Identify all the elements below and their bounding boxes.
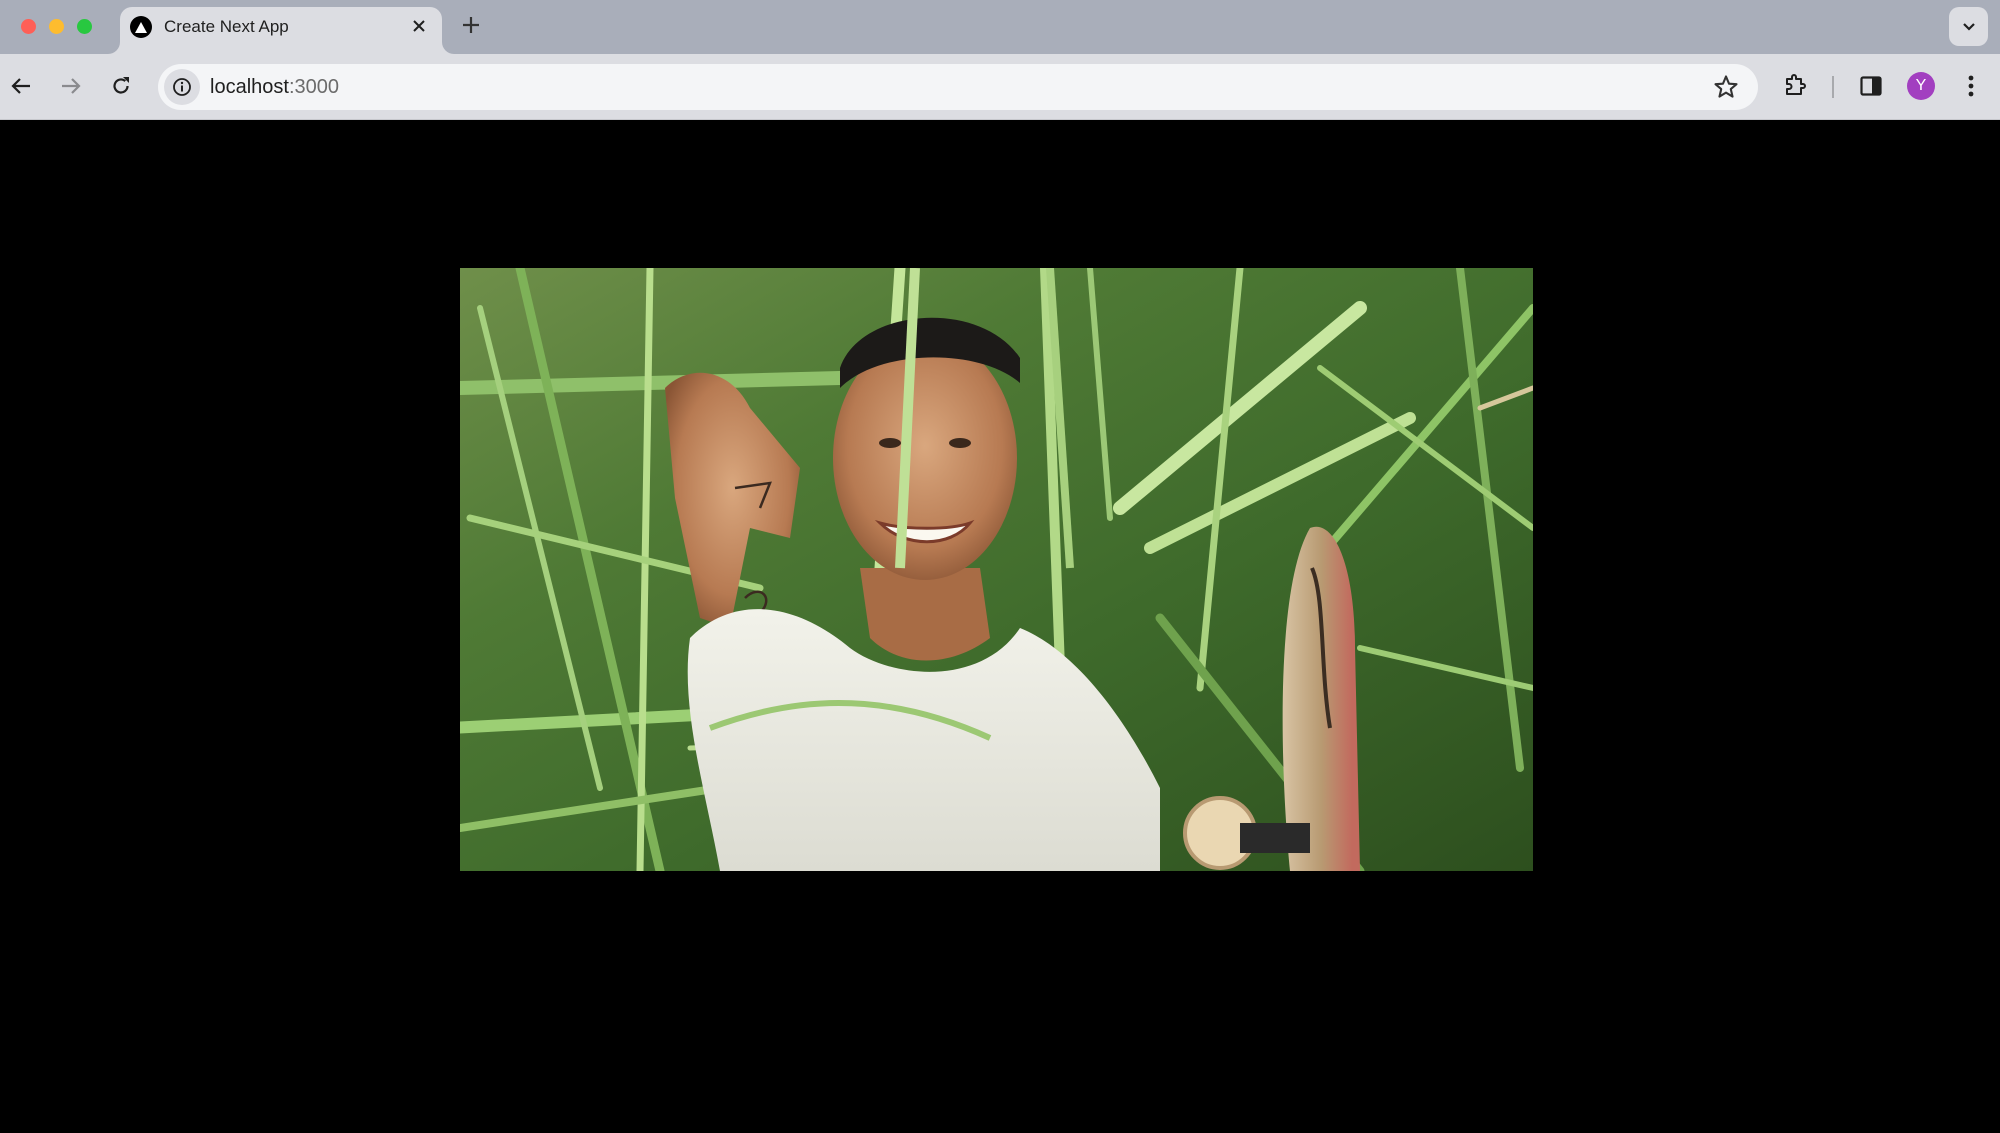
hero-image <box>460 268 1533 871</box>
browser-menu-button[interactable] <box>1953 68 1989 104</box>
reload-icon <box>113 77 129 94</box>
forward-button[interactable] <box>53 68 89 104</box>
site-info-button[interactable] <box>164 69 200 105</box>
browser-toolbar: localhost:3000 <box>0 54 2000 120</box>
chevron-down-icon <box>1962 22 1975 31</box>
tab-search-button[interactable] <box>1949 7 1988 46</box>
side-panel-icon <box>1860 76 1882 96</box>
tab-active[interactable]: Create Next App <box>120 7 442 54</box>
tab-close-button[interactable] <box>406 13 432 39</box>
kebab-menu-icon <box>1968 75 1974 97</box>
url-host: localhost <box>210 76 289 98</box>
nextjs-favicon-icon <box>130 16 152 38</box>
window-minimize-button[interactable] <box>49 19 64 34</box>
side-panel-button[interactable] <box>1853 68 1889 104</box>
bookmark-button[interactable] <box>1712 73 1740 101</box>
profile-avatar-button[interactable]: Y <box>1907 72 1935 100</box>
tab-title: Create Next App <box>164 17 289 36</box>
skateboard-truck <box>1240 823 1310 853</box>
profile-initial: Y <box>1915 77 1927 94</box>
url-port: :3000 <box>288 76 339 98</box>
window-close-button[interactable] <box>21 19 36 34</box>
reload-button[interactable] <box>103 68 139 104</box>
page-body <box>0 120 2000 1133</box>
plus-icon <box>463 17 479 33</box>
arrow-right-icon <box>62 78 81 94</box>
back-button[interactable] <box>3 68 39 104</box>
skateboard-deck <box>1282 526 1360 871</box>
extensions-button[interactable] <box>1778 68 1814 104</box>
window-maximize-button[interactable] <box>77 19 92 34</box>
new-tab-button[interactable] <box>456 10 486 40</box>
arrow-left-icon <box>11 78 30 94</box>
tab-strip: Create Next App <box>0 0 2000 54</box>
info-icon <box>173 78 191 96</box>
address-bar[interactable]: localhost:3000 <box>158 64 1758 110</box>
toolbar-separator <box>1832 76 1834 98</box>
close-icon <box>413 20 425 32</box>
right-eye <box>949 438 971 448</box>
star-icon <box>1714 75 1738 98</box>
left-eye <box>879 438 901 448</box>
puzzle-icon <box>1786 74 1806 95</box>
url-text[interactable]: localhost:3000 <box>210 76 339 98</box>
